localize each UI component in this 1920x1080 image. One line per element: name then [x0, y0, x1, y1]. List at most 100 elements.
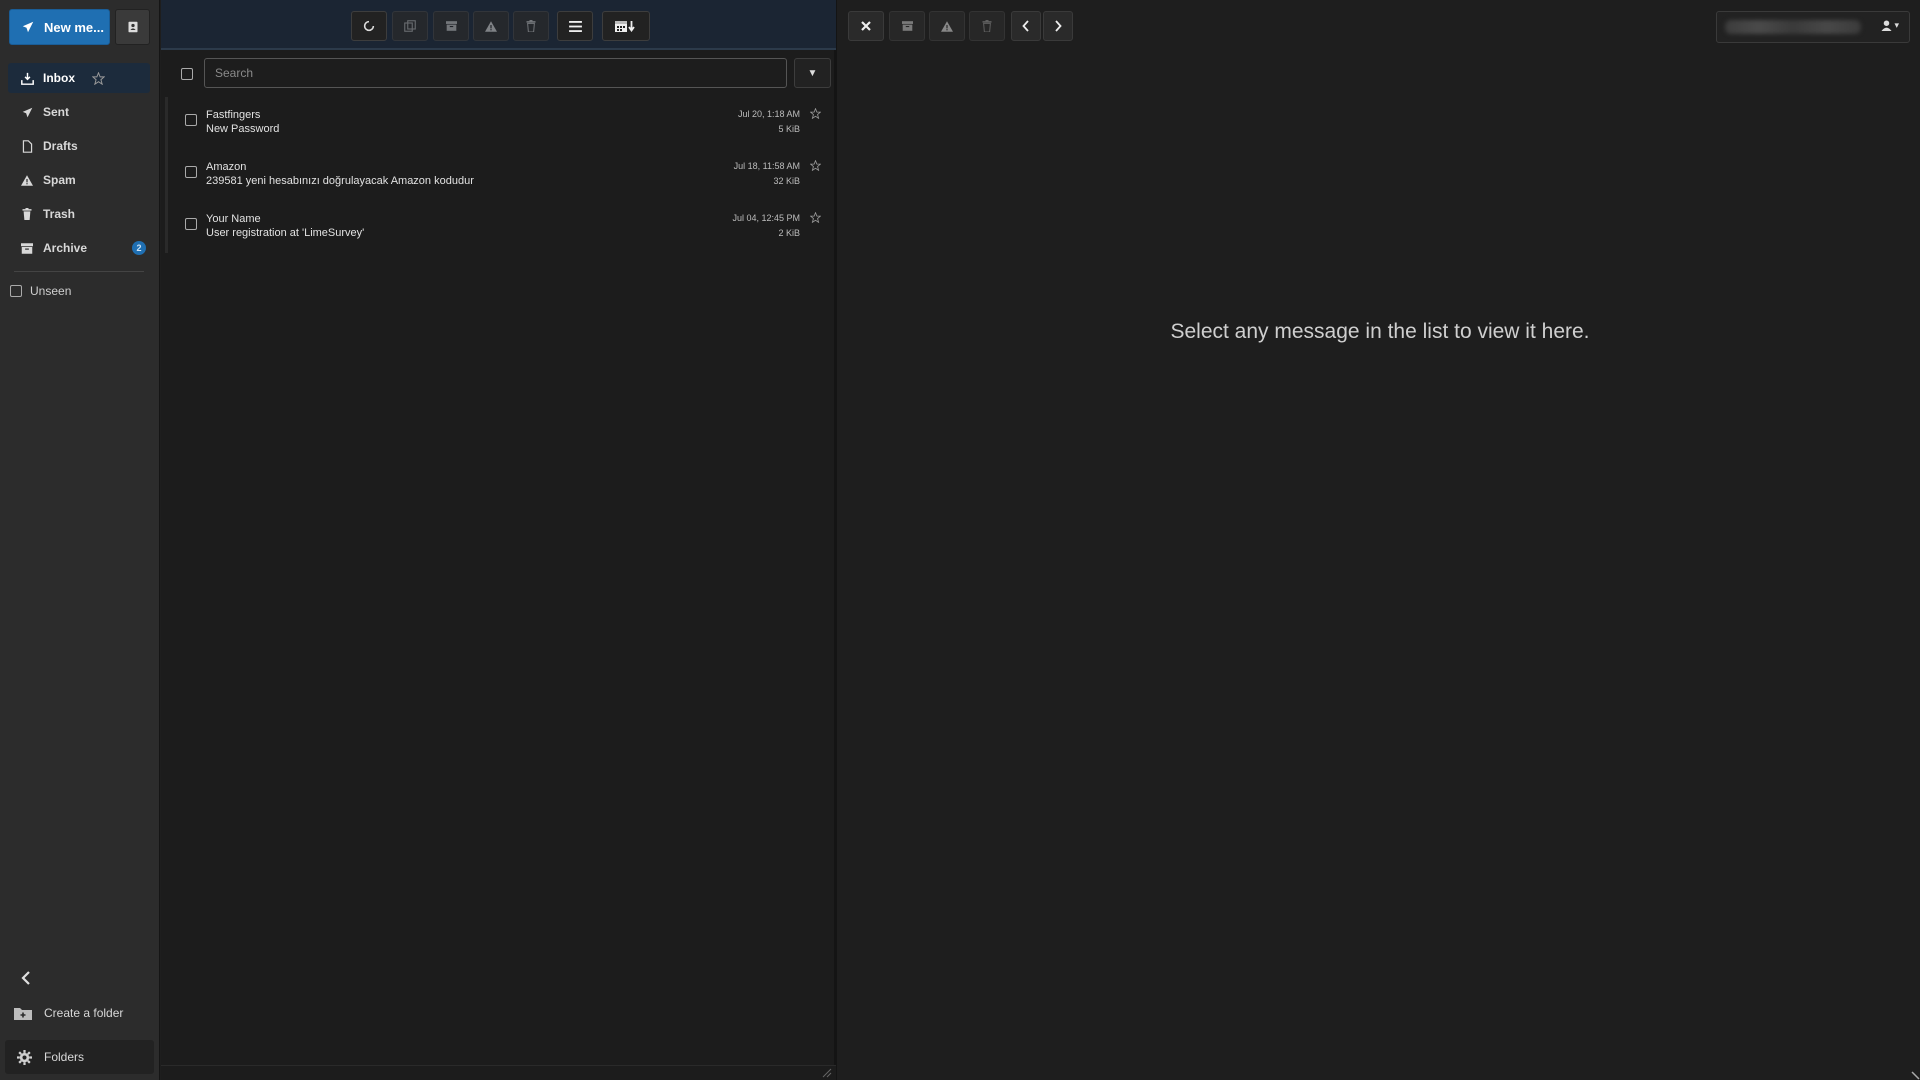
list-item[interactable]: Amazon 239581 yeni hesabınızı doğrulayac… [165, 149, 835, 201]
chevron-right-icon [1055, 20, 1062, 32]
unseen-label: Unseen [30, 284, 72, 298]
mail-app: New me... Inbox Sent Drafts Spam Trash A… [0, 0, 1920, 1080]
star-icon[interactable] [92, 71, 105, 85]
collapse-sidebar-button[interactable] [16, 966, 36, 990]
star-icon[interactable] [810, 160, 821, 171]
sidebar-item-label: Inbox [43, 71, 75, 85]
sidebar-item-label: Drafts [43, 139, 78, 153]
message-date: Jul 20, 1:18 AM [737, 109, 800, 119]
paper-plane-icon [20, 105, 34, 119]
warning-icon [20, 173, 34, 187]
message-list-pane: ▼ Fastfingers New Password Jul 20, 1:18 … [161, 0, 837, 1080]
message-subject: New Password [206, 123, 280, 135]
file-icon [20, 139, 34, 153]
new-message-button[interactable]: New me... [9, 9, 110, 45]
sidebar-item-drafts[interactable]: Drafts [8, 131, 150, 161]
sort-button[interactable] [602, 11, 650, 41]
folders-settings-button[interactable]: Folders [5, 1040, 154, 1074]
chevron-left-icon [1022, 20, 1029, 32]
spam-button[interactable] [473, 11, 509, 41]
sidebar-item-spam[interactable]: Spam [8, 165, 150, 195]
sidebar-item-label: Spam [43, 173, 76, 187]
message-sender: Your Name [206, 213, 261, 225]
search-options-button[interactable]: ▼ [794, 58, 831, 88]
chevron-down-icon: ▾ [1894, 20, 1899, 30]
search-input[interactable] [204, 58, 787, 88]
warning-icon [485, 20, 497, 32]
account-email-redacted [1725, 20, 1861, 34]
new-message-label: New me... [44, 19, 104, 35]
list-item[interactable]: Your Name User registration at 'LimeSurv… [165, 201, 835, 253]
move-button[interactable] [392, 11, 428, 41]
copy-icon [404, 20, 416, 32]
close-icon [861, 21, 871, 31]
list-footer [161, 1065, 836, 1080]
select-all-checkbox[interactable] [181, 68, 193, 80]
message-size: 2 KiB [778, 228, 800, 238]
message-preview-pane: ▾ Select any message in the list to view… [840, 0, 1920, 1080]
message-checkbox[interactable] [185, 218, 197, 230]
sidebar-item-label: Sent [43, 105, 70, 119]
previous-message-button[interactable] [1011, 11, 1041, 41]
unseen-checkbox[interactable] [10, 285, 22, 297]
refresh-button[interactable] [351, 11, 387, 41]
calendar-sort-icon [615, 21, 635, 32]
message-date: Jul 18, 11:58 AM [733, 161, 800, 171]
archive-icon [20, 241, 34, 255]
sidebar-item-archive[interactable]: Archive 2 [8, 233, 150, 263]
archive-icon [901, 21, 913, 31]
sidebar-item-trash[interactable]: Trash [8, 199, 150, 229]
message-date: Jul 04, 12:45 PM [732, 213, 800, 223]
address-card-icon [128, 21, 137, 33]
divider [14, 271, 144, 272]
create-folder-label: Create a folder [44, 1006, 124, 1020]
trash-icon [526, 20, 536, 32]
archive-message-button[interactable] [889, 11, 925, 41]
unread-count-badge: 2 [132, 241, 146, 255]
folder-plus-icon [14, 1008, 32, 1020]
chevron-left-icon [21, 971, 30, 985]
message-list: Fastfingers New Password Jul 20, 1:18 AM… [165, 97, 835, 253]
resize-corner-icon [1911, 1071, 1920, 1080]
resize-grip-icon[interactable] [822, 1068, 832, 1078]
next-message-button[interactable] [1043, 11, 1073, 41]
folders-label: Folders [44, 1050, 85, 1064]
warning-icon [941, 20, 953, 32]
delete-button[interactable] [513, 11, 549, 41]
message-sender: Amazon [206, 161, 247, 173]
message-sender: Fastfingers [206, 109, 261, 121]
chevron-down-icon: ▼ [807, 67, 818, 79]
create-folder-button[interactable]: Create a folder [14, 1006, 123, 1020]
delete-message-button[interactable] [969, 11, 1005, 41]
archive-button[interactable] [433, 11, 469, 41]
account-menu-button[interactable]: ▾ [1716, 11, 1910, 43]
refresh-icon [363, 20, 375, 32]
star-icon[interactable] [810, 108, 821, 119]
empty-preview-message: Select any message in the list to view i… [1170, 320, 1590, 343]
search-row: ▼ [161, 52, 836, 96]
sidebar-item-label: Archive [43, 241, 88, 255]
message-checkbox[interactable] [185, 114, 197, 126]
sidebar-item-sent[interactable]: Sent [8, 97, 150, 127]
message-size: 32 KiB [773, 176, 800, 186]
sidebar-item-inbox[interactable]: Inbox [8, 63, 150, 93]
spam-message-button[interactable] [929, 11, 965, 41]
menu-icon [568, 20, 582, 32]
user-icon: ▾ [1881, 20, 1899, 31]
close-button[interactable] [848, 11, 884, 41]
sidebar: New me... Inbox Sent Drafts Spam Trash A… [0, 0, 160, 1080]
trash-icon [20, 207, 34, 221]
trash-icon [982, 20, 992, 32]
unseen-filter[interactable]: Unseen [10, 284, 71, 298]
inbox-icon [20, 71, 34, 85]
star-icon[interactable] [810, 212, 821, 223]
gear-icon [17, 1049, 32, 1065]
message-subject: User registration at 'LimeSurvey' [206, 227, 365, 239]
list-item[interactable]: Fastfingers New Password Jul 20, 1:18 AM… [165, 97, 835, 149]
sidebar-item-label: Trash [43, 207, 76, 221]
message-checkbox[interactable] [185, 166, 197, 178]
message-subject: 239581 yeni hesabınızı doğrulayacak Amaz… [206, 175, 474, 187]
more-menu-button[interactable] [557, 11, 593, 41]
compose-popout-button[interactable] [115, 9, 150, 45]
archive-icon [445, 21, 457, 31]
